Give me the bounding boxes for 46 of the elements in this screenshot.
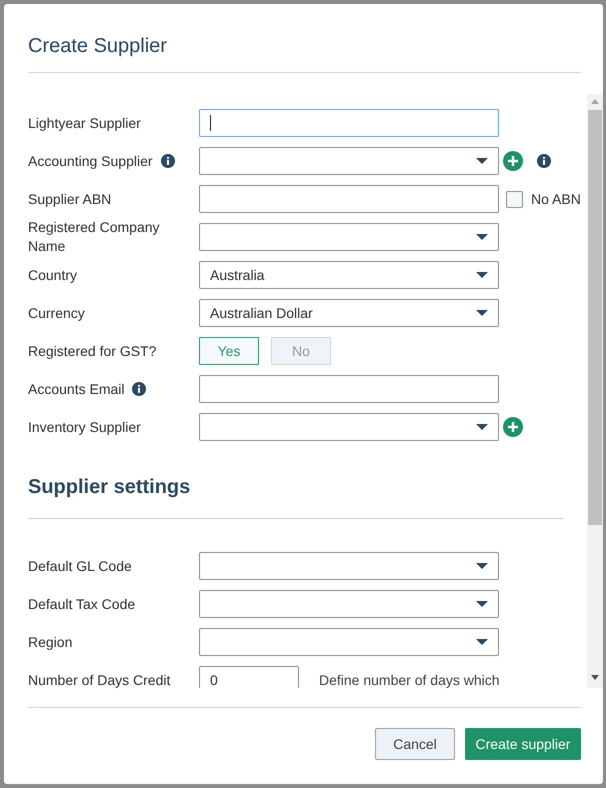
field-label: Registered Company Name: [28, 218, 161, 256]
dropdown[interactable]: [199, 147, 499, 175]
scrollbar[interactable]: [587, 94, 603, 688]
section-title: Supplier settings: [28, 475, 192, 500]
cancel-button[interactable]: Cancel: [375, 728, 455, 760]
add-icon[interactable]: [503, 417, 523, 437]
field-label: Inventory Supplier: [28, 418, 141, 436]
dropdown[interactable]: [199, 223, 499, 251]
input-field[interactable]: 0: [199, 666, 299, 688]
scroll-up-icon[interactable]: [591, 99, 599, 104]
caret-icon: [476, 310, 488, 316]
caret-icon: [476, 272, 488, 278]
caret-icon: [476, 234, 488, 240]
field-label: Region: [28, 632, 72, 652]
field-label: Country: [28, 266, 78, 284]
create-button[interactable]: Create supplier: [465, 728, 581, 760]
field-label: Registered for GST?: [28, 342, 156, 360]
caret-icon: [476, 600, 488, 608]
dropdown[interactable]: [199, 628, 499, 656]
field-label: Currency: [28, 304, 85, 322]
field-label: Accounting Supplier: [28, 152, 153, 170]
field-label: Number of Days Credit: [28, 670, 170, 688]
field-label: Accounts Email: [28, 380, 124, 398]
caret-icon: [476, 638, 488, 646]
caret-icon: [476, 158, 488, 164]
dropdown[interactable]: [199, 590, 499, 618]
add-icon[interactable]: [503, 151, 523, 171]
input-field[interactable]: [199, 109, 499, 137]
dropdown[interactable]: Australia: [199, 261, 499, 289]
checkbox[interactable]: [506, 190, 523, 208]
dropdown[interactable]: [199, 413, 499, 441]
caret-icon: [476, 424, 488, 430]
field-label: Default Tax Code: [28, 594, 136, 614]
input-field[interactable]: [199, 185, 499, 213]
input-field[interactable]: [199, 375, 499, 403]
caret-icon: [476, 562, 488, 570]
checkbox-label: No ABN: [531, 190, 581, 208]
field-label: Supplier ABN: [28, 190, 112, 208]
dialog-title: Create Supplier: [28, 34, 168, 58]
dropdown[interactable]: Australian Dollar: [199, 299, 499, 327]
help-text: Define number of days which: [319, 670, 500, 688]
dropdown[interactable]: [199, 552, 499, 580]
field-label: Lightyear Supplier: [28, 114, 141, 132]
field-label: Default GL Code: [28, 556, 132, 576]
scroll-down-icon[interactable]: [591, 675, 599, 680]
scrollbar-thumb[interactable]: [588, 110, 602, 525]
